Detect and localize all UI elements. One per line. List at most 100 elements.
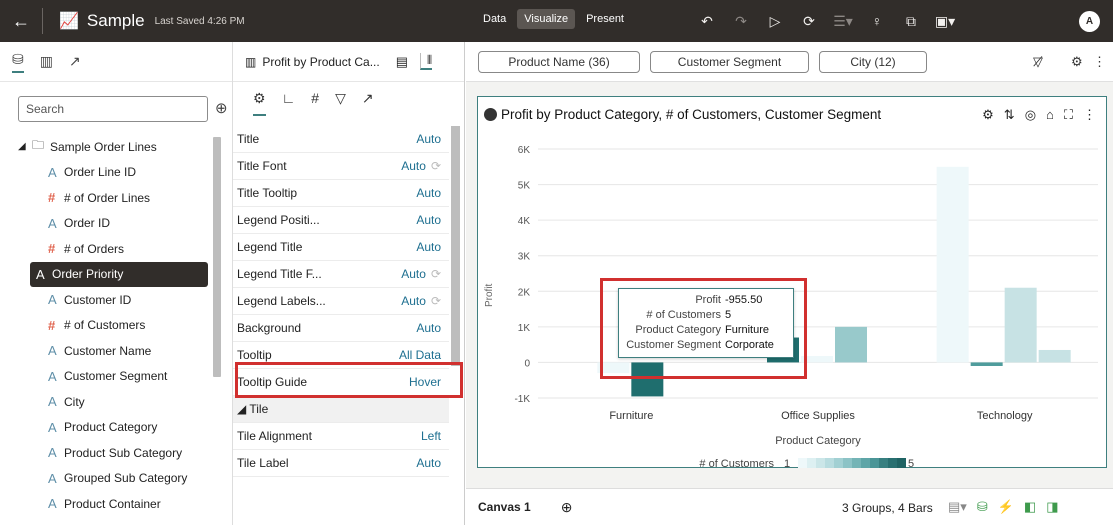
tree-item[interactable]: A City (0, 389, 220, 415)
visualizations-icon[interactable]: ▥ (40, 53, 53, 70)
export-icon[interactable]: ⧉ (894, 13, 928, 30)
tree-item-label: # of Customers (64, 318, 146, 333)
measure-icon: # (48, 190, 56, 206)
property-row[interactable]: Tile Label Auto (233, 450, 449, 477)
property-value[interactable]: Auto ⟳ (401, 294, 441, 308)
workbook-title[interactable]: Sample (87, 11, 145, 31)
properties-panel-icon[interactable]: ◨ (1046, 499, 1058, 515)
property-value[interactable]: Auto (416, 321, 441, 335)
tree-item[interactable]: A Customer Name (0, 338, 220, 364)
refresh-icon[interactable]: ⟳ (792, 13, 826, 30)
property-value[interactable]: Left (421, 429, 441, 443)
save-icon[interactable]: ▣▾ (928, 13, 962, 30)
property-value[interactable]: Auto (416, 456, 441, 470)
layout-toggle-icon[interactable]: ▤▾ (948, 499, 967, 515)
add-icon[interactable]: ⊕ (215, 99, 228, 117)
undo-icon[interactable]: ↶ (690, 13, 724, 30)
grammar-panel-icon[interactable]: ◧ (1024, 499, 1036, 515)
viz-name[interactable]: Profit by Product Ca... (262, 55, 379, 69)
flash-icon[interactable]: ⚡ (998, 499, 1014, 515)
y-tick-label: 1K (518, 323, 531, 334)
tree-item-label: Customer Name (64, 343, 152, 358)
attribute-icon: A (48, 215, 57, 231)
property-value[interactable]: Auto (416, 213, 441, 227)
tree-item[interactable]: A Customer Segment (0, 364, 220, 390)
redo-icon[interactable]: ↷ (724, 13, 758, 30)
mode-data[interactable]: Data (476, 9, 513, 29)
reset-icon[interactable]: ⟳ (431, 159, 441, 173)
tree-item[interactable]: A Customer ID (0, 287, 220, 313)
mode-visualize[interactable]: Visualize (517, 9, 576, 29)
tree-root[interactable]: ◢ 🗀 Sample Order Lines (0, 134, 220, 160)
lightbulb-icon[interactable]: ♀ (860, 13, 894, 29)
scrollbar[interactable] (451, 126, 460, 366)
filter-options-icon[interactable]: ▽̸ (1033, 54, 1043, 70)
mode-present[interactable]: Present (579, 9, 631, 29)
attribute-icon: A (48, 394, 57, 410)
tree-item[interactable]: A Order Priority (30, 261, 208, 287)
collapse-icon[interactable]: ◢ (18, 141, 32, 152)
canvas-settings-icon[interactable]: ⚙ (1071, 54, 1083, 70)
property-row[interactable]: Background Auto (233, 315, 449, 342)
tree-item[interactable]: A Product Category (0, 415, 220, 441)
back-arrow-icon[interactable]: ← (0, 0, 42, 42)
general-settings-icon[interactable]: ⚙ (253, 90, 266, 116)
tree-item[interactable]: # # of Order Lines (0, 185, 220, 211)
legend-swatch (888, 458, 897, 468)
grammar-icon[interactable]: ⫴ (420, 53, 433, 70)
property-row[interactable]: Legend Title Auto (233, 234, 449, 261)
tree-item[interactable]: A Order Line ID (0, 160, 220, 186)
data-icon[interactable]: ⛁ (977, 499, 988, 515)
analytics-icon[interactable]: ↗ (69, 53, 81, 70)
canvas-info: 3 Groups, 4 Bars (842, 501, 933, 515)
property-row[interactable]: Title Font Auto ⟳ (233, 153, 449, 180)
analytics-tab-icon[interactable]: ↗ (362, 90, 374, 116)
property-row[interactable]: Title Auto (233, 126, 449, 153)
tree-item-label: Product Container (64, 496, 161, 511)
property-value[interactable]: Auto ⟳ (401, 267, 441, 281)
toolbar: ↶ ↷ ▷ ⟳ ☰▾ ♀ ⧉ ▣▾ (690, 0, 962, 42)
reset-icon[interactable]: ⟳ (431, 267, 441, 281)
comments-icon[interactable]: ☰▾ (826, 13, 860, 30)
x-tick-label: Technology (977, 410, 1033, 422)
tree-item[interactable]: A Product Container (0, 491, 220, 517)
filter-city[interactable]: City (12) (819, 50, 927, 73)
property-value[interactable]: All Data (399, 348, 441, 362)
filter-icon[interactable]: ▽ (335, 90, 346, 116)
number-format-icon[interactable]: # (311, 90, 319, 116)
y-axis-title: Profit (484, 283, 495, 307)
property-row[interactable]: Legend Title F... Auto ⟳ (233, 261, 449, 288)
scrollbar[interactable] (213, 137, 221, 377)
reset-icon[interactable]: ⟳ (431, 294, 441, 308)
layout-icon[interactable]: ▤ (396, 54, 408, 70)
tree-item-label: Grouped Sub Category (64, 471, 188, 486)
tree-item[interactable]: # # of Customers (0, 313, 220, 339)
canvas-tab-1[interactable]: Canvas 1 (478, 500, 531, 514)
play-icon[interactable]: ▷ (758, 13, 792, 30)
tree-item[interactable]: A Order ID (0, 211, 220, 237)
search-input[interactable]: Search (18, 96, 208, 122)
avatar[interactable]: A (1079, 11, 1100, 32)
add-canvas-icon[interactable]: ⊕ (561, 499, 573, 516)
filter-product-name[interactable]: Product Name (36) (478, 50, 640, 73)
property-value[interactable]: Auto (416, 186, 441, 200)
tree-item-label: # of Order Lines (64, 190, 151, 205)
property-row[interactable]: Tile Alignment Left (233, 423, 449, 450)
section-header[interactable]: ◢ Tile (233, 396, 449, 423)
database-icon[interactable]: ⛁ (12, 51, 24, 73)
tree-item[interactable]: A Product Sub Category (0, 440, 220, 466)
more-menu-icon[interactable]: ⋮ (1093, 54, 1106, 70)
property-row[interactable]: Legend Labels... Auto ⟳ (233, 288, 449, 315)
x-tick-label: Office Supplies (781, 410, 855, 422)
property-value[interactable]: Auto ⟳ (401, 159, 441, 173)
tree-item[interactable]: # # of Orders (0, 236, 220, 262)
tree-item[interactable]: A Grouped Sub Category (0, 466, 220, 492)
property-row[interactable]: Title Tooltip Auto (233, 180, 449, 207)
property-value[interactable]: Auto (416, 240, 441, 254)
axis-icon[interactable]: ∟ (282, 90, 296, 116)
property-row[interactable]: Legend Positi... Auto (233, 207, 449, 234)
legend-title: # of Customers (699, 458, 774, 469)
property-value[interactable]: Auto (416, 132, 441, 146)
filter-customer-segment[interactable]: Customer Segment (650, 50, 809, 73)
tree-item-label: Order ID (64, 216, 111, 231)
